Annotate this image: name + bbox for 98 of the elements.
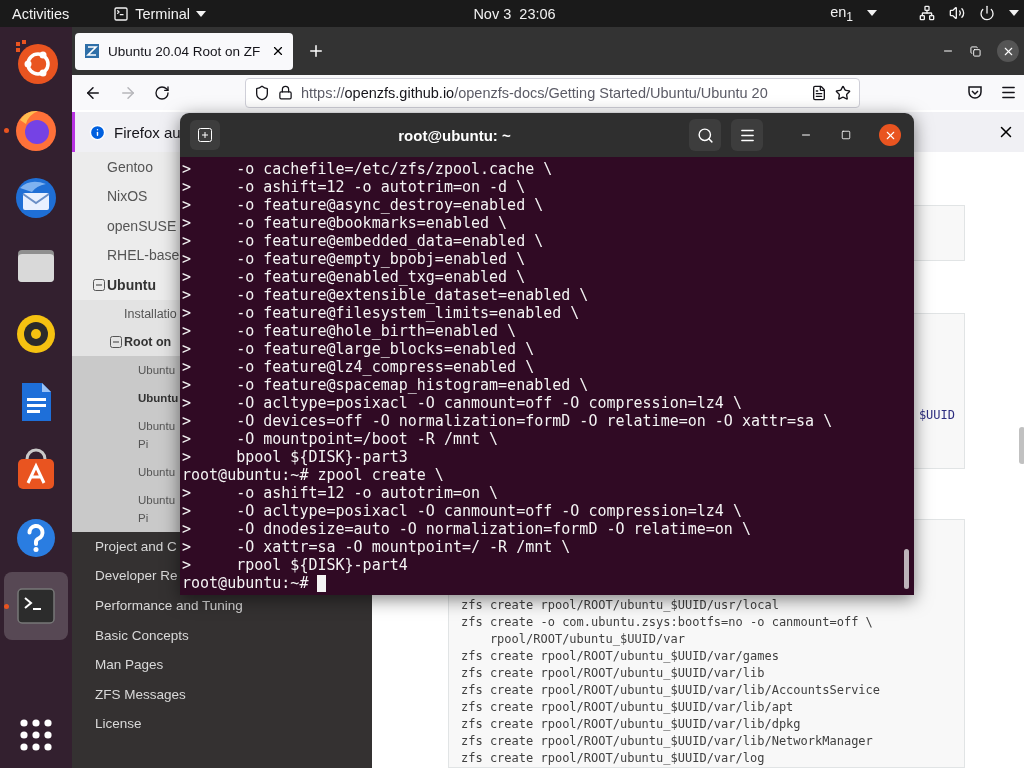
reader-view-icon[interactable] [811,84,827,101]
pocket-icon[interactable] [967,84,983,101]
terminal-line: > -o ashift=12 -o autotrim=on -d \ [182,178,526,196]
restore-icon[interactable] [970,45,981,57]
notification-text: Firefox au [114,123,181,141]
help-icon [14,516,58,560]
clock[interactable]: Nov 3 23:06 [473,5,556,22]
code-line: zfs create rpool/ROOT/ubuntu_$UUID/var/lib/AccountsService [461,682,881,699]
power-icon[interactable] [979,5,995,22]
close-button[interactable] [879,124,901,146]
terminal-line: > -o ashift=12 -o autotrim=on \ [182,484,499,502]
nav-link[interactable]: Ubuntu [72,355,176,384]
collapse-icon[interactable] [93,278,105,291]
terminal-line: > -O devices=off -O normalization=formD -O relatime=on -O xattr=sa \ [182,412,833,430]
window-title: root@ubuntu: ~ [397,126,512,144]
terminal-line: > -o feature@lz4_compress=enabled \ [182,358,535,376]
nav-link[interactable]: Basic Concepts [72,620,189,650]
terminal-line: root@ubuntu:~# [182,574,310,592]
close-button[interactable] [997,40,1019,62]
terminal-line: > rpool ${DISK}-part4 [182,556,408,574]
scrollbar-thumb[interactable] [1019,427,1024,464]
volume-icon[interactable] [949,5,965,22]
app-grid-icon[interactable] [19,718,53,752]
nav-link[interactable]: Ubuntu [72,383,179,412]
terminal-line: > -o feature@enabled_txg=enabled \ [182,268,526,286]
terminal-icon [113,5,130,22]
nav-link[interactable]: Gentoo [72,152,153,182]
terminal-line: > -O mountpoint=/boot -R /mnt \ [182,430,499,448]
code-line: zfs create rpool/ROOT/ubuntu_$UUID/var/games [461,648,779,665]
activities-button[interactable]: Activities [12,5,70,22]
caret-icon[interactable] [1009,10,1019,17]
menu-icon[interactable] [1000,84,1017,101]
speaker-icon [14,312,58,356]
terminal-line: > -o feature@large_blocks=enabled \ [182,340,535,358]
terminal-line: root@ubuntu:~# zpool create \ [182,466,444,484]
code-line: $UUID [918,406,955,424]
nav-link[interactable]: Developer Re [72,561,178,591]
scrollbar-thumb[interactable] [904,549,909,589]
nav-link[interactable]: Ubuntu Pi [72,485,176,532]
menu-button[interactable] [731,119,763,151]
terminal-line: > -o feature@bookmarks=enabled \ [182,214,508,232]
network-icon[interactable] [919,5,935,22]
info-icon [89,123,106,141]
nav-link[interactable]: Project and C [72,531,177,562]
terminal-line: > -o feature@hole_birth=enabled \ [182,322,517,340]
caret-icon[interactable] [867,10,877,17]
close-icon[interactable] [271,44,285,58]
code-line: zfs create rpool/ROOT/ubuntu_$UUID/var/lib [461,665,765,682]
nav-link[interactable]: Man Pages [72,649,164,680]
new-tab-button[interactable] [190,120,220,150]
nav-link[interactable]: Performance and Tuning [72,590,243,621]
shield-icon[interactable] [254,84,270,101]
code-line: zfs create rpool/ROOT/ubuntu_$UUID/var/lib/NetworkManager [461,733,873,750]
nav-link[interactable]: ZFS Messages [72,679,186,710]
terminal-line: > -O xattr=sa -O mountpoint=/ -R /mnt \ [182,538,571,556]
collapse-icon[interactable] [110,335,122,348]
terminal-line: > -O acltype=posixacl -O canmount=off -O compression=lz4 \ [182,394,742,412]
code-line: zfs create -o com.ubuntu.zsys:bootfs=no -o canmount=off \ [461,614,873,631]
search-icon [696,126,714,144]
new-tab-icon[interactable] [307,42,325,60]
code-line: zfs create rpool/ROOT/ubuntu_$UUID/var/lib/apt [461,699,794,716]
terminal-line: > bpool ${DISK}-part3 [182,448,408,466]
new-tab-icon [198,128,212,142]
terminal-icon [16,586,56,626]
search-button[interactable] [689,119,721,151]
tab-title: Ubuntu 20.04 Root on ZF [108,43,262,59]
nav-link[interactable]: Ubuntu [72,270,156,300]
input-source[interactable]: en$_{1}$ [830,3,853,24]
code-line: rpool/ROOT/ubuntu_$UUID/var [488,631,685,648]
maximize-icon [841,130,851,140]
reload-icon[interactable] [154,84,170,101]
terminal-line: > -o cachefile=/etc/zfs/zpool.cache \ [182,160,553,178]
terminal-line: > -o feature@embedded_data=enabled \ [182,232,544,250]
terminal-line: > -O dnodesize=auto -O normalization=formD -O relatime=on \ [182,520,751,538]
nav-link[interactable]: Ubuntu Pi [72,411,176,458]
nav-link[interactable]: Root on [72,327,172,356]
terminal-line: > -o feature@filesystem_limits=enabled \ [182,304,580,322]
favicon-icon [84,43,100,59]
address-field[interactable]: https://openzfs.github.io/openzfs-docs/Getting Started/Ubuntu/Ubuntu 20 [245,77,860,108]
terminal-line: > -O acltype=posixacl -O canmount=off -O compression=lz4 \ [182,502,742,520]
nav-link[interactable]: Installatio [72,299,177,328]
nav-link[interactable]: NixOS [72,181,148,211]
caret-icon [196,10,206,17]
nav-link[interactable]: openSUSE [72,211,177,241]
terminal-line: > -o feature@extensible_dataset=enabled \ [182,286,589,304]
nav-link[interactable]: License [72,709,142,739]
browser-tab[interactable]: Ubuntu 20.04 Root on ZF [75,32,293,70]
app-menu[interactable]: Terminal [113,5,206,22]
code-line: zfs create rpool/ROOT/ubuntu_$UUID/var/log [461,750,765,767]
nav-link[interactable]: RHEL-base [72,240,180,270]
code-line: zfs create rpool/ROOT/ubuntu_$UUID/usr/local [461,597,779,614]
code-line: zfs create rpool/ROOT/ubuntu_$UUID/var/lib/dpkg [461,716,801,733]
terminal-line: > -o feature@async_destroy=enabled \ [182,196,544,214]
lock-icon[interactable] [278,85,293,100]
bookmark-star-icon[interactable] [835,84,851,101]
nav-link[interactable]: Ubuntu [72,457,176,486]
terminal-line: > -o feature@empty_bpobj=enabled \ [182,250,526,268]
terminal-line: > -o feature@spacemap_histogram=enabled \ [182,376,589,394]
